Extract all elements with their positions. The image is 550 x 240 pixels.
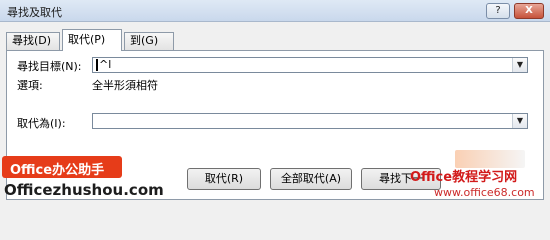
find-input-value: ^l (99, 58, 112, 71)
watermark-overlay-url: www.office68.com (434, 186, 535, 199)
replace-all-button[interactable]: 全部取代(A) (270, 168, 352, 190)
find-label: 尋找目標(N): (17, 60, 82, 73)
watermark-url: Officezhushou.com (4, 181, 164, 199)
watermark-overlay-text: Office教程学习网 (410, 170, 518, 185)
replace-input[interactable]: ▼ (92, 113, 528, 129)
tab-find[interactable]: 尋找(D) (6, 32, 60, 50)
options-label: 選項: (17, 79, 43, 92)
chevron-down-icon[interactable]: ▼ (512, 114, 527, 128)
title-bar: 尋找及取代 ? X (0, 0, 550, 22)
watermark-badge-text: Office办公助手 (10, 163, 105, 178)
chevron-down-icon[interactable]: ▼ (512, 58, 527, 72)
window-title: 尋找及取代 (7, 6, 62, 19)
tab-goto[interactable]: 到(G) (124, 32, 174, 50)
text-cursor (96, 59, 98, 71)
replace-button[interactable]: 取代(R) (187, 168, 261, 190)
tab-replace[interactable]: 取代(P) (62, 29, 122, 51)
watermark-badge: Office办公助手 (2, 156, 122, 178)
find-input[interactable]: ^l ▼ (92, 57, 528, 73)
close-button[interactable]: X (514, 3, 544, 19)
options-value: 全半形須相符 (92, 79, 158, 92)
help-button[interactable]: ? (486, 3, 510, 19)
replace-label: 取代為(I): (17, 117, 66, 130)
